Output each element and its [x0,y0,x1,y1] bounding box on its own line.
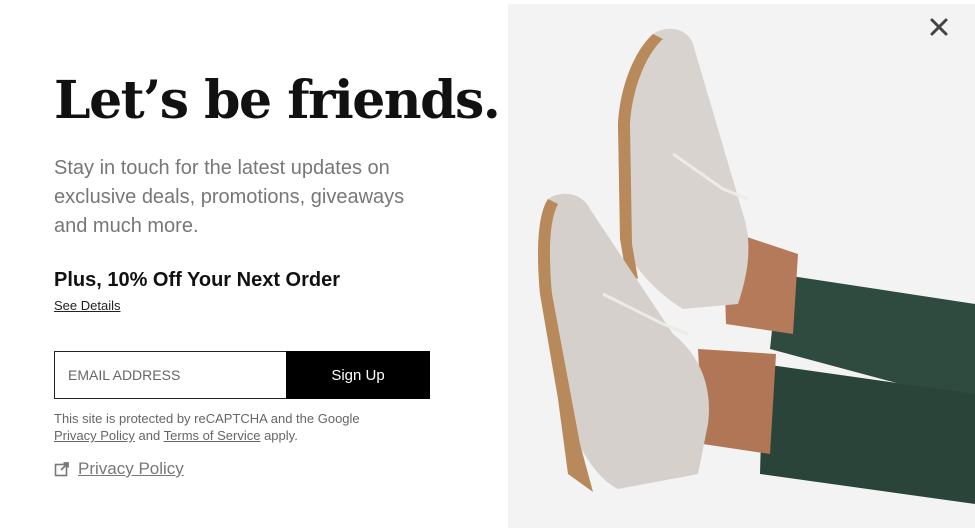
boots-image [508,4,975,528]
signup-form: Sign Up [54,351,430,399]
signup-modal: Let’s be friends. Stay in touch for the … [0,0,975,528]
recaptcha-suffix: apply. [264,428,298,443]
recaptcha-and: and [138,428,161,443]
email-input[interactable] [54,351,286,399]
close-icon[interactable] [926,14,952,40]
signup-button[interactable]: Sign Up [286,351,430,399]
recaptcha-prefix: This site is protected by reCAPTCHA and … [54,411,360,426]
see-details-link[interactable]: See Details [54,298,120,313]
boots-illustration [508,4,975,528]
lower-ankle [698,349,776,454]
external-link-icon [54,462,69,477]
modal-subtext: Stay in touch for the latest updates on … [54,157,405,237]
privacy-policy-link[interactable]: Privacy Policy [78,459,184,479]
privacy-policy-row: Privacy Policy [54,459,184,479]
google-terms-link[interactable]: Terms of Service [164,428,261,443]
recaptcha-notice: This site is protected by reCAPTCHA and … [54,410,434,444]
offer-text: Plus, 10% Off Your Next Order [54,269,341,291]
signup-content: Let’s be friends. Stay in touch for the … [54,0,501,528]
google-privacy-link[interactable]: Privacy Policy [54,428,135,443]
modal-headline: Let’s be friends. [54,70,501,131]
